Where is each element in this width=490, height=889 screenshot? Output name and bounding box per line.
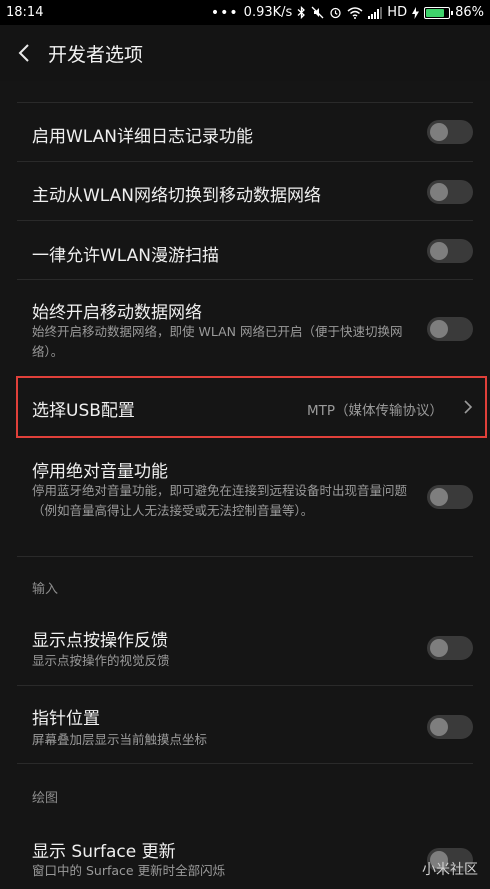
status-icons: ••• 0.93K/s HD 86% — [211, 5, 484, 21]
app-bar: 开发者选项 — [0, 25, 490, 81]
bluetooth-icon — [297, 6, 306, 19]
row-wlan-roam-scan[interactable]: 一律允许WLAN漫游扫描 — [0, 221, 490, 280]
section-header-drawing: 绘图 — [32, 791, 59, 806]
mute-icon — [311, 6, 324, 19]
battery-percent: 86% — [455, 5, 484, 20]
chevron-left-icon — [18, 44, 29, 62]
row-subtitle: 停用蓝牙绝对音量功能，即可避免在连接到远程设备时出现音量问题（例如音量高得让人无… — [32, 483, 408, 518]
status-time: 18:14 — [6, 5, 44, 20]
section-header-input: 输入 — [32, 582, 59, 597]
row-mobile-data-always-on[interactable]: 始终开启移动数据网络 始终开启移动数据网络，即使 WLAN 网络已开启（便于快速… — [0, 280, 490, 375]
pointer-location-switch[interactable] — [427, 715, 473, 739]
wlan-roam-scan-switch[interactable] — [427, 239, 473, 263]
row-subtitle: 显示点按操作的视觉反馈 — [32, 653, 170, 668]
status-bar: 18:14 ••• 0.93K/s HD 86% — [0, 0, 490, 25]
signal-icon — [368, 6, 383, 19]
alarm-icon — [329, 6, 342, 19]
disable-absolute-volume-switch[interactable] — [427, 485, 473, 509]
row-wlan-to-mobile[interactable]: 主动从WLAN网络切换到移动数据网络 — [0, 162, 490, 221]
row-title: 停用绝对音量功能 — [32, 462, 168, 482]
switch-knob — [430, 718, 448, 736]
watermark: 小米社区 — [422, 862, 478, 878]
row-show-taps[interactable]: 显示点按操作反馈 显示点按操作的视觉反馈 — [0, 611, 490, 686]
row-show-surface-updates[interactable]: 显示 Surface 更新 窗口中的 Surface 更新时全部闪烁 — [0, 821, 490, 889]
mobile-data-always-on-switch[interactable] — [427, 317, 473, 341]
row-pointer-location[interactable]: 指针位置 屏幕叠加层显示当前触摸点坐标 — [0, 686, 490, 764]
row-title: 显示点按操作反馈 — [32, 631, 168, 651]
list-divider — [17, 556, 473, 557]
row-title: 选择USB配置 — [32, 401, 135, 421]
wifi-icon — [347, 6, 363, 19]
row-title: 主动从WLAN网络切换到移动数据网络 — [32, 186, 322, 206]
network-type: HD — [387, 5, 408, 20]
switch-knob — [430, 320, 448, 338]
switch-knob — [430, 488, 448, 506]
settings-list[interactable]: 启用WLAN详细日志记录功能 主动从WLAN网络切换到移动数据网络 一律允许WL… — [0, 81, 490, 889]
row-title: 启用WLAN详细日志记录功能 — [32, 127, 254, 147]
row-title: 始终开启移动数据网络 — [32, 303, 202, 323]
switch-knob — [430, 639, 448, 657]
row-title: 显示 Surface 更新 — [32, 842, 176, 862]
show-taps-switch[interactable] — [427, 636, 473, 660]
row-subtitle: 始终开启移动数据网络，即使 WLAN 网络已开启（便于快速切换网络）。 — [32, 324, 403, 359]
row-subtitle: 屏幕叠加层显示当前触摸点坐标 — [32, 732, 208, 747]
row-subtitle: 窗口中的 Surface 更新时全部闪烁 — [32, 863, 226, 878]
chevron-right-icon — [464, 400, 473, 414]
more-dots-icon: ••• — [210, 4, 239, 21]
back-button[interactable] — [0, 25, 48, 81]
switch-knob — [430, 123, 448, 141]
battery-icon — [424, 6, 454, 19]
wlan-to-mobile-switch[interactable] — [427, 180, 473, 204]
wlan-verbose-log-switch[interactable] — [427, 120, 473, 144]
switch-knob — [430, 242, 448, 260]
network-speed: 0.93K/s — [243, 5, 293, 20]
charging-icon — [412, 6, 420, 19]
row-disable-absolute-volume[interactable]: 停用绝对音量功能 停用蓝牙绝对音量功能，即可避免在连接到远程设备时出现音量问题（… — [0, 439, 490, 557]
page-title: 开发者选项 — [48, 43, 144, 66]
row-title: 一律允许WLAN漫游扫描 — [32, 246, 220, 266]
row-wlan-verbose-log[interactable]: 启用WLAN详细日志记录功能 — [0, 103, 490, 162]
row-title: 指针位置 — [32, 709, 100, 729]
list-divider — [17, 763, 473, 764]
switch-knob — [430, 183, 448, 201]
usb-config-value: MTP（媒体传输协议） — [306, 403, 443, 419]
row-usb-config[interactable]: 选择USB配置 MTP（媒体传输协议） — [0, 377, 490, 437]
